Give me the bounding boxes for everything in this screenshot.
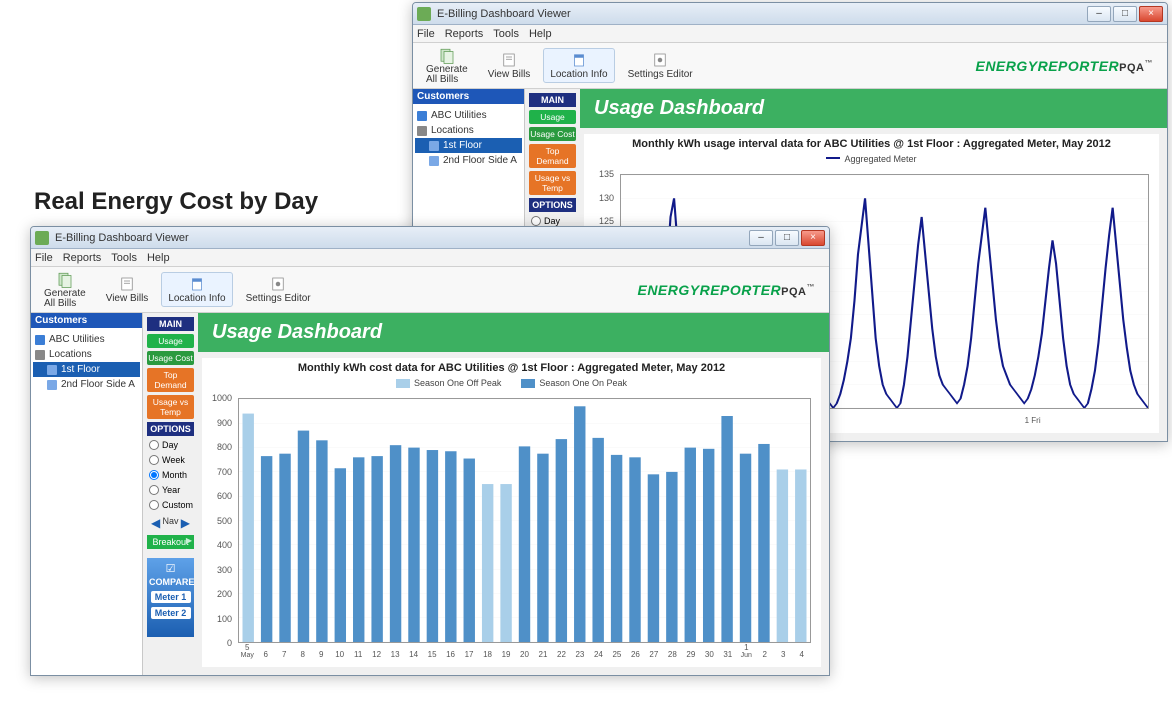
opt-month[interactable]: Month [147,469,194,481]
chart-title: Monthly kWh cost data for ABC Utilities … [202,358,821,378]
nav-top-demand[interactable]: Top Demand [147,368,194,392]
menubar: File Reports Tools Help [413,25,1167,43]
toolbar-settings-editor[interactable]: Settings Editor [621,48,700,83]
nav-options-header: OPTIONS [529,198,576,212]
nav-usage-cost[interactable]: Usage Cost [529,127,576,141]
nav-usage[interactable]: Usage [147,334,194,348]
menu-reports[interactable]: Reports [445,28,484,40]
toolbar: Generate All Bills View Bills Location I… [413,43,1167,89]
window-title: E-Billing Dashboard Viewer [437,8,571,20]
brand-logo: ENERGYREPORTERPQA™ [637,282,823,298]
nav-column: MAIN Usage Usage Cost Top Demand Usage v… [143,313,198,675]
maximize-button[interactable]: □ [1113,6,1137,22]
customers-header: Customers [31,313,142,328]
maximize-button[interactable]: □ [775,230,799,246]
brand-logo: ENERGYREPORTERPQA™ [975,58,1161,74]
nav-arrows[interactable]: ◀Nav▶ [147,514,194,532]
tree-node-locations[interactable]: Locations [33,347,140,362]
menu-file[interactable]: File [35,252,53,264]
menu-reports[interactable]: Reports [63,252,102,264]
opt-custom[interactable]: Custom [147,499,194,511]
toolbar-view-bills[interactable]: View Bills [99,272,156,307]
customers-panel: Customers ABC Utilities Locations 1st Fl… [31,313,143,675]
nav-main-header: MAIN [529,93,576,107]
nav-usage[interactable]: Usage [529,110,576,124]
nav-main-header: MAIN [147,317,194,331]
menubar: File Reports Tools Help [31,249,829,267]
chart-title: Monthly kWh usage interval data for ABC … [584,134,1159,154]
tree-node-2nd-floor[interactable]: 2nd Floor Side A [415,153,522,168]
tree-node-1st-floor[interactable]: 1st Floor [415,138,522,153]
window-title: E-Billing Dashboard Viewer [55,232,189,244]
legend-off-peak: Season One Off Peak [414,378,501,388]
titlebar[interactable]: E-Billing Dashboard Viewer – □ × [413,3,1167,25]
nav-usage-vs-temp[interactable]: Usage vs Temp [147,395,194,419]
tree-node-utility[interactable]: ABC Utilities [415,108,522,123]
dashboard-title: Usage Dashboard [198,313,829,352]
minimize-button[interactable]: – [1087,6,1111,22]
tree-node-2nd-floor[interactable]: 2nd Floor Side A [33,377,140,392]
opt-day[interactable]: Day [147,439,194,451]
tree-node-locations[interactable]: Locations [415,123,522,138]
opt-week[interactable]: Week [147,454,194,466]
compare-panel: ☑ COMPARE Meter 1 Meter 2 [147,558,194,637]
toolbar-generate-bills[interactable]: Generate All Bills [37,268,93,312]
customers-header: Customers [413,89,524,104]
toolbar-settings-editor[interactable]: Settings Editor [239,272,318,307]
menu-help[interactable]: Help [529,28,552,40]
close-button[interactable]: × [1139,6,1163,22]
menu-help[interactable]: Help [147,252,170,264]
window-front: E-Billing Dashboard Viewer – □ × File Re… [30,226,830,676]
toolbar-location-info[interactable]: Location Info [543,48,614,83]
nav-options-header: OPTIONS [147,422,194,436]
dashboard-title: Usage Dashboard [580,89,1167,128]
menu-tools[interactable]: Tools [493,28,519,40]
bar-chart: Monthly kWh cost data for ABC Utilities … [202,358,821,667]
toolbar-location-info[interactable]: Location Info [161,272,232,307]
toolbar-generate-bills[interactable]: Generate All Bills [419,44,475,88]
close-button[interactable]: × [801,230,825,246]
legend-aggregated: Aggregated Meter [844,154,916,164]
minimize-button[interactable]: – [749,230,773,246]
titlebar[interactable]: E-Billing Dashboard Viewer – □ × [31,227,829,249]
menu-file[interactable]: File [417,28,435,40]
opt-year[interactable]: Year [147,484,194,496]
toolbar-view-bills[interactable]: View Bills [481,48,538,83]
toolbar: Generate All Bills View Bills Location I… [31,267,829,313]
nav-usage-vs-temp[interactable]: Usage vs Temp [529,171,576,195]
app-icon [35,231,49,245]
page-caption: Real Energy Cost by Day [34,188,318,216]
compare-meter-2[interactable]: Meter 2 [151,607,191,619]
tree-node-1st-floor[interactable]: 1st Floor [33,362,140,377]
legend-on-peak: Season One On Peak [539,378,627,388]
nav-top-demand[interactable]: Top Demand [529,144,576,168]
compare-label: COMPARE [149,577,192,587]
app-icon [417,7,431,21]
compare-meter-1[interactable]: Meter 1 [151,591,191,603]
nav-breakout[interactable]: Breakout [147,535,194,549]
nav-usage-cost[interactable]: Usage Cost [147,351,194,365]
compare-toggle-icon[interactable]: ☑ [149,562,192,575]
menu-tools[interactable]: Tools [111,252,137,264]
tree-node-utility[interactable]: ABC Utilities [33,332,140,347]
